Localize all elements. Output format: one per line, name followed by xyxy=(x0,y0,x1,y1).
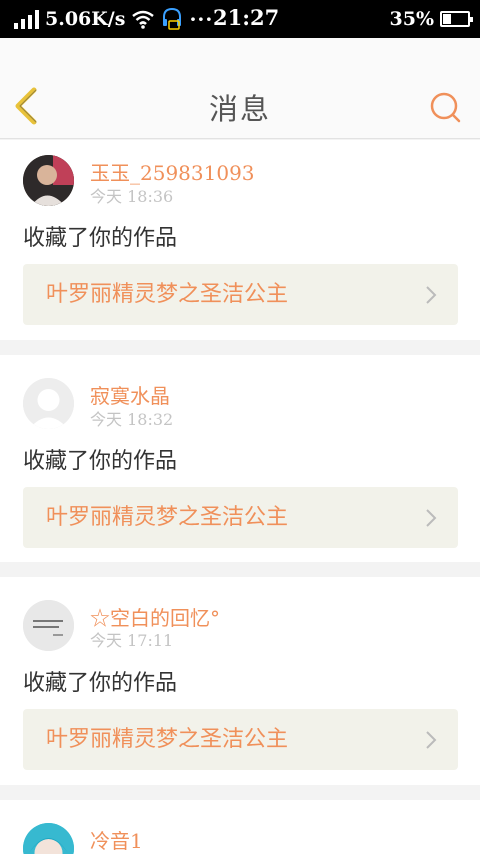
anime-avatar-image xyxy=(23,823,74,854)
battery-percent: 35% xyxy=(389,8,435,30)
chevron-right-icon xyxy=(426,286,437,304)
text-avatar-image xyxy=(23,600,74,651)
avatar[interactable] xyxy=(23,823,74,854)
chevron-right-icon xyxy=(426,509,437,527)
page-title: 消息 xyxy=(208,92,271,126)
avatar[interactable] xyxy=(23,155,74,206)
username[interactable]: 冷音1 xyxy=(90,825,143,854)
work-link[interactable]: 叶罗丽精灵梦之圣洁公主 xyxy=(23,709,458,770)
search-icon[interactable] xyxy=(428,90,462,124)
work-link[interactable]: 叶罗丽精灵梦之圣洁公主 xyxy=(23,264,458,325)
avatar[interactable] xyxy=(23,600,74,651)
work-title: 叶罗丽精灵梦之圣洁公主 xyxy=(46,282,289,307)
action-text: 收藏了你的作品 xyxy=(23,226,178,251)
username[interactable]: 寂寞水晶 xyxy=(90,380,170,409)
work-link[interactable]: 叶罗丽精灵梦之圣洁公主 xyxy=(23,487,458,548)
headset-notification-icon xyxy=(163,7,182,30)
work-title: 叶罗丽精灵梦之圣洁公主 xyxy=(46,727,289,752)
chevron-right-icon xyxy=(426,731,437,749)
message-card: 寂寞水晶 今天 18:32 收藏了你的作品 叶罗丽精灵梦之圣洁公主 xyxy=(0,355,480,562)
clock: 21:27 xyxy=(213,5,280,30)
message-card: 冷音1 xyxy=(0,800,480,854)
username[interactable]: 玉玉_259831093 xyxy=(90,157,255,186)
avatar-photo xyxy=(23,155,74,206)
default-avatar-icon xyxy=(23,378,74,429)
network-speed: 5.06K/s xyxy=(45,8,126,30)
status-bar: 5.06K/s ··· 21:27 35% xyxy=(0,0,480,38)
battery-icon xyxy=(440,11,473,27)
more-notifications-indicator: ··· xyxy=(189,7,214,31)
timestamp: 今天 18:32 xyxy=(90,410,174,429)
avatar[interactable] xyxy=(23,378,74,429)
signal-icon xyxy=(14,9,39,29)
message-card: ☆空白的回忆° 今天 17:11 收藏了你的作品 叶罗丽精灵梦之圣洁公主 xyxy=(0,577,480,785)
nav-bar: 消息 xyxy=(0,38,480,139)
timestamp: 今天 17:11 xyxy=(90,631,174,650)
work-title: 叶罗丽精灵梦之圣洁公主 xyxy=(46,505,289,530)
action-text: 收藏了你的作品 xyxy=(23,671,178,696)
timestamp: 今天 18:36 xyxy=(90,187,174,206)
message-card: 玉玉_259831093 今天 18:36 收藏了你的作品 叶罗丽精灵梦之圣洁公… xyxy=(0,140,480,340)
wifi-icon xyxy=(132,10,155,29)
action-text: 收藏了你的作品 xyxy=(23,449,178,474)
